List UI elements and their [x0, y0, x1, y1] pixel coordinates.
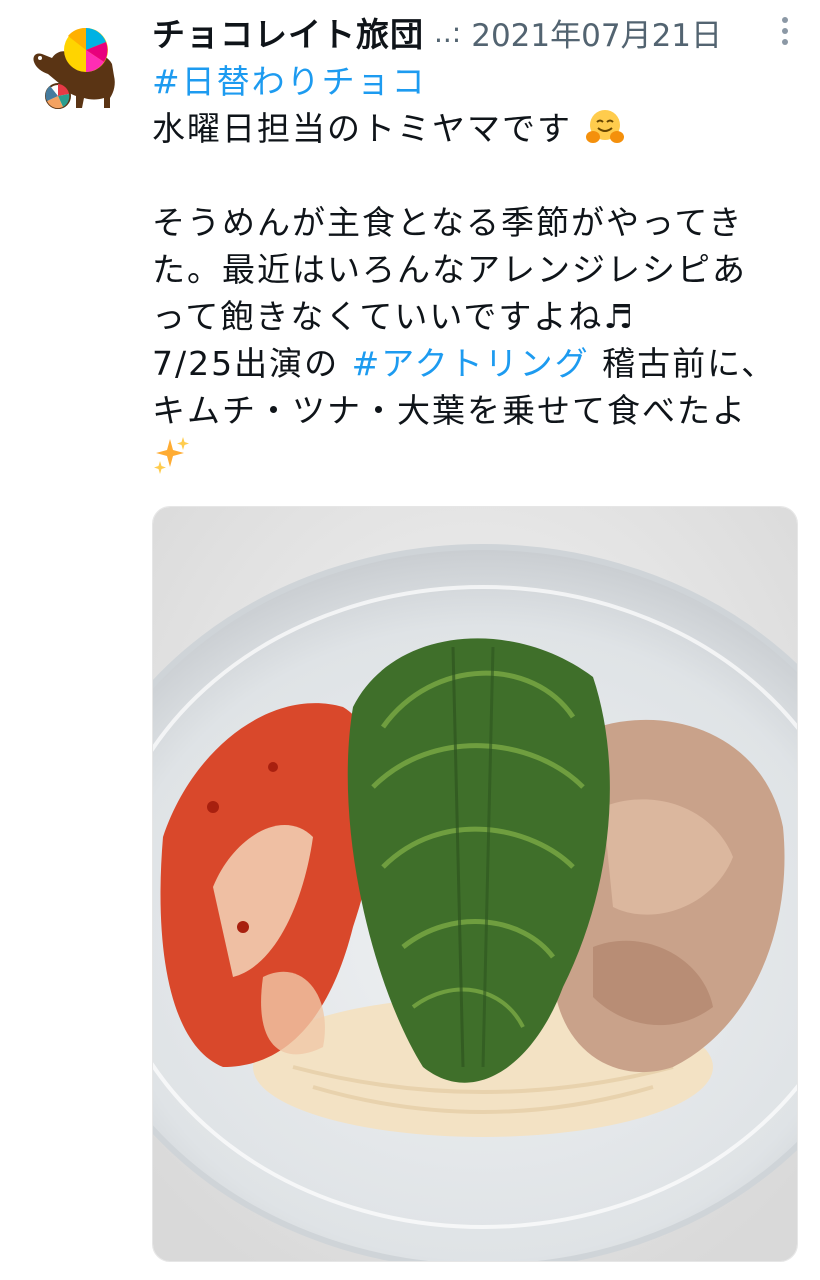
vertical-dots-icon[interactable]: [778, 14, 792, 48]
display-name[interactable]: チョコレイト旅団: [152, 8, 424, 56]
photo-somen-kimchi-tuna-shiso-bowl: [153, 507, 797, 1261]
tweet: チョコレイト旅団 ..: 2021年07月21日 #日替わりチョコ 水曜日担当の…: [0, 0, 820, 1280]
hashtag-link[interactable]: #日替わりチョコ: [152, 62, 427, 101]
carousel-horse-logo-icon: [33, 27, 115, 109]
text-line: って飽きなくていいですよね♬: [152, 297, 635, 336]
user-handle[interactable]: ..:: [434, 16, 461, 49]
tweet-text: #日替わりチョコ 水曜日担当のトミヤマです そうめんが主食となる季節がやってき …: [152, 58, 802, 481]
text-segment: 稽古前に、: [589, 344, 777, 383]
text-line: た。最近はいろんなアレンジレシピあ: [152, 250, 747, 289]
tweet-date[interactable]: 2021年07月21日: [471, 10, 722, 55]
text-line: 水曜日担当のトミヤマです: [152, 109, 572, 148]
text-line: そうめんが主食となる季節がやってき: [152, 203, 744, 242]
tweet-photo[interactable]: [152, 506, 798, 1262]
tweet-header: チョコレイト旅団 ..: 2021年07月21日: [152, 0, 802, 64]
text-line: キムチ・ツナ・大葉を乗せて食べたよ: [152, 391, 747, 430]
tweet-content: チョコレイト旅団 ..: 2021年07月21日 #日替わりチョコ 水曜日担当の…: [152, 0, 802, 481]
avatar[interactable]: [28, 24, 128, 114]
sparkles-emoji-icon: [154, 437, 189, 474]
text-segment: 7/25出演の: [152, 344, 352, 383]
hashtag-link[interactable]: #アクトリング: [352, 344, 590, 383]
hugging-face-emoji-icon: [585, 110, 624, 143]
